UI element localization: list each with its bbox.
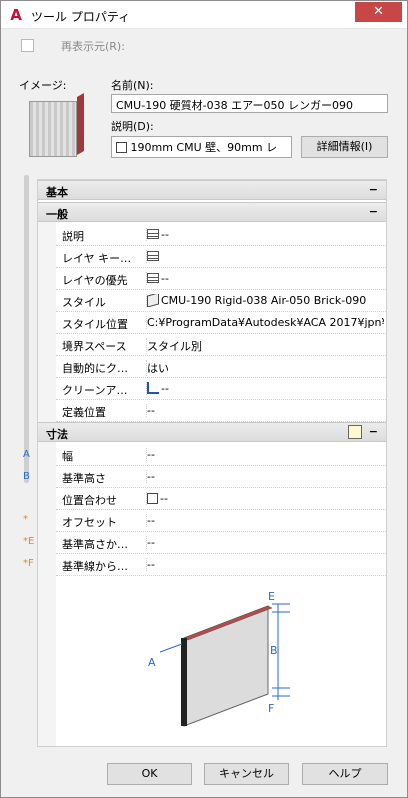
dim-marker: A	[23, 449, 30, 460]
row-label: 基準線から…	[62, 560, 128, 573]
row-value: はい	[147, 362, 169, 375]
details-button[interactable]: 詳細情報(I)	[301, 136, 388, 158]
panel-gutter	[38, 222, 56, 746]
wall-side-face	[77, 92, 84, 155]
general-row[interactable]: スタイル位置 C:¥ProgramData¥Autodesk¥ACA 2017¥j…	[56, 312, 386, 334]
row-value: --	[147, 514, 155, 527]
panel-grip[interactable]	[24, 175, 29, 483]
section-basic-label: 基本	[46, 186, 68, 199]
section-dimensions[interactable]: 寸法 −	[38, 422, 386, 442]
tool-properties-window: A ツール プロパティ ✕ 再表示元(R): イメージ: 名前(N): CMU-…	[0, 0, 408, 798]
description-field[interactable]: 190mm CMU 壁、90mm レ	[111, 136, 292, 158]
row-value: --	[147, 536, 155, 549]
dim-row[interactable]: * オフセット --	[23, 510, 386, 532]
help-button[interactable]: ヘルプ	[302, 763, 388, 785]
name-label: 名前(N):	[111, 79, 154, 92]
image-label: イメージ:	[19, 79, 67, 92]
row-label: スタイル	[62, 296, 106, 309]
dim-row[interactable]: B 基準高さ --	[23, 466, 386, 488]
grid-icon[interactable]	[147, 251, 159, 261]
general-row[interactable]: 自動的にク… はい	[56, 356, 386, 378]
dim-row[interactable]: A 幅 --	[23, 444, 386, 466]
section-general[interactable]: 一般 −	[38, 202, 386, 222]
ok-button[interactable]: OK	[107, 763, 192, 785]
diagram-label-a: A	[148, 656, 156, 669]
diagram-label-b: B	[270, 644, 278, 657]
close-button[interactable]: ✕	[355, 2, 402, 22]
collapse-icon[interactable]: −	[369, 183, 378, 196]
diagram-label-f: F	[268, 702, 274, 715]
autocad-app-icon: A	[10, 6, 22, 24]
general-row[interactable]: レイヤの優先 --	[56, 268, 386, 290]
section-dimensions-label: 寸法	[46, 428, 68, 441]
row-label: スタイル位置	[62, 318, 128, 331]
general-row[interactable]: クリーンア… --	[56, 378, 386, 400]
row-value: --	[161, 228, 169, 241]
dim-marker: *F	[23, 558, 34, 569]
general-row[interactable]: レイヤ キー…	[56, 246, 386, 268]
row-value: --	[147, 470, 155, 483]
wall-front-face	[29, 101, 77, 157]
general-row[interactable]: スタイル CMU-190 Rigid-038 Air-050 Brick-090	[56, 290, 386, 312]
general-row[interactable]: 説明 --	[56, 224, 386, 246]
dim-row[interactable]: 位置合わせ --	[56, 488, 386, 510]
section-general-label: 一般	[46, 208, 68, 221]
window-title: ツール プロパティ	[31, 10, 131, 24]
row-label: 基準高さか…	[62, 538, 128, 551]
row-label: オフセット	[62, 516, 117, 529]
row-value: スタイル別	[147, 340, 202, 353]
dim-line-a	[159, 643, 183, 653]
row-label: 位置合わせ	[62, 494, 117, 507]
wall-dimension-diagram: E B F A	[56, 576, 386, 746]
name-field[interactable]: CMU-190 硬質材-038 エアー050 レンガー090	[111, 94, 388, 113]
row-label: 幅	[62, 450, 73, 463]
row-label: 自動的にク…	[62, 362, 128, 375]
redisplay-checkbox[interactable]	[21, 39, 34, 52]
row-value: --	[147, 558, 155, 571]
section-basic[interactable]: 基本 −	[38, 180, 386, 200]
row-value: --	[161, 382, 169, 395]
calculator-icon[interactable]	[348, 425, 362, 439]
row-label: レイヤ キー…	[62, 252, 132, 265]
row-label: 基準高さ	[62, 472, 106, 485]
wall-style-icon	[147, 294, 159, 307]
dim-row[interactable]: *E 基準高さか… --	[23, 532, 386, 554]
dim-marker: *E	[23, 536, 35, 547]
row-label: 定義位置	[62, 406, 106, 419]
wall-diagram-svg: E B F A	[148, 590, 290, 727]
row-label: レイヤの優先	[62, 274, 128, 287]
row-value: --	[147, 448, 155, 461]
cleanup-icon[interactable]	[147, 382, 159, 394]
row-value: --	[147, 404, 155, 417]
dim-marker: *	[23, 514, 28, 525]
row-value: C:¥ProgramData¥Autodesk¥ACA 2017¥jpn¥…	[147, 316, 384, 329]
dim-marker: B	[23, 471, 30, 482]
grid-icon[interactable]	[147, 273, 159, 283]
collapse-icon[interactable]: −	[369, 205, 378, 218]
dim-row[interactable]: *F 基準線から… --	[23, 554, 386, 576]
row-label: 境界スペース	[62, 340, 127, 353]
row-value: --	[160, 492, 168, 505]
description-label: 説明(D):	[111, 120, 154, 133]
properties-panel: 基本 − 一般 − 説明 -- レイヤ キー… レイヤの優先 -- スタイル CMU-19…	[23, 179, 387, 747]
cancel-button[interactable]: キャンセル	[204, 763, 289, 785]
collapse-icon[interactable]: −	[369, 425, 378, 438]
description-value: 190mm CMU 壁、90mm レ	[130, 141, 278, 154]
title-bar: A ツール プロパティ ✕	[1, 1, 407, 29]
grid-icon[interactable]	[147, 229, 159, 239]
description-icon	[116, 142, 127, 153]
redisplay-label: 再表示元(R):	[61, 40, 125, 53]
row-label: クリーンア…	[62, 384, 128, 397]
row-value: CMU-190 Rigid-038 Air-050 Brick-090	[161, 294, 367, 307]
row-value: --	[161, 272, 169, 285]
diagram-label-e: E	[268, 590, 275, 603]
general-row[interactable]: 定義位置 --	[56, 400, 386, 422]
tool-image-thumbnail[interactable]	[29, 92, 84, 159]
general-row[interactable]: 境界スペース スタイル別	[56, 334, 386, 356]
row-label: 説明	[62, 230, 84, 243]
checkbox-icon[interactable]	[147, 493, 158, 504]
